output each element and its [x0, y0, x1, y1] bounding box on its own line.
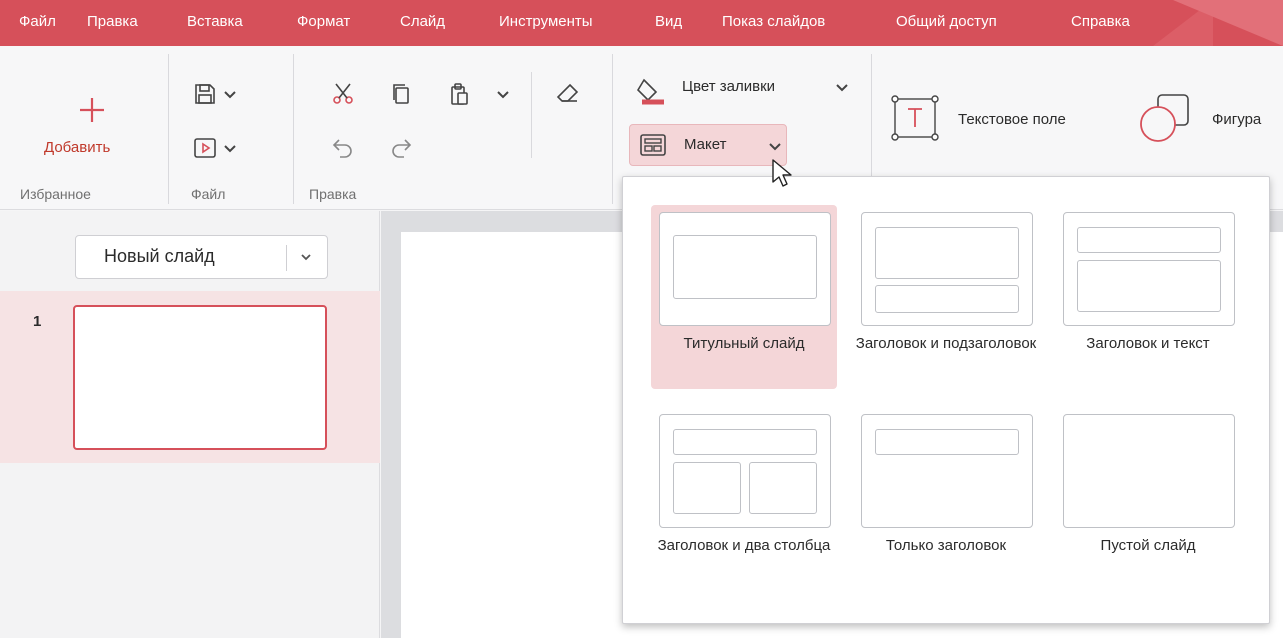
slide-thumbnail[interactable]	[73, 305, 327, 450]
cut-icon[interactable]	[331, 82, 355, 106]
chevron-down-icon[interactable]	[223, 90, 237, 100]
group-label-favorites: Избранное	[20, 186, 91, 202]
chevron-down-icon[interactable]	[300, 253, 312, 262]
text-field-icon[interactable]	[890, 94, 940, 142]
new-slide-label: Новый слайд	[104, 246, 215, 266]
layout-preview	[1063, 212, 1235, 326]
menu-slideshow[interactable]: Показ слайдов	[722, 0, 825, 46]
placeholder-text	[1077, 260, 1221, 312]
layout-label: Заголовок и текст	[1086, 335, 1210, 352]
play-slideshow-icon[interactable]	[193, 136, 217, 160]
layout-label: Титульный слайд	[683, 335, 805, 352]
layout-tile-title-text[interactable]: Заголовок и текст	[1055, 205, 1241, 389]
copy-icon[interactable]	[389, 82, 413, 106]
menu-bar: Файл Правка Вставка Формат Слайд Инструм…	[0, 0, 1283, 46]
slide-number: 1	[33, 313, 42, 330]
mouse-cursor-icon	[772, 159, 792, 187]
menu-tools[interactable]: Инструменты	[499, 0, 593, 46]
placeholder-subtitle	[875, 285, 1019, 313]
menu-help[interactable]: Справка	[1071, 0, 1130, 46]
placeholder-title	[673, 429, 817, 455]
slides-panel: Новый слайд 1	[0, 211, 380, 638]
group-label-edit: Правка	[309, 186, 357, 202]
layout-button[interactable]: Макет	[629, 124, 787, 166]
layout-label: Заголовок и подзаголовок	[855, 335, 1037, 352]
layout-tile-title-only[interactable]: Только заголовок	[853, 407, 1039, 607]
layout-label: Заголовок и два столбца	[657, 537, 831, 554]
new-slide-button[interactable]: Новый слайд	[75, 235, 328, 279]
eraser-icon[interactable]	[556, 82, 580, 106]
chevron-down-icon	[769, 143, 781, 151]
ribbon-divider	[612, 54, 613, 204]
layout-icon	[640, 134, 666, 156]
layout-preview	[659, 212, 831, 326]
layout-tile-title-subtitle[interactable]: Заголовок и подзаголовок	[853, 205, 1039, 389]
shape-icon[interactable]	[1138, 92, 1192, 144]
menu-sharing[interactable]: Общий доступ	[896, 0, 997, 46]
placeholder-title	[1077, 227, 1221, 253]
chevron-down-icon[interactable]	[835, 83, 849, 93]
ribbon-divider	[168, 54, 169, 204]
layout-dropdown: Титульный слайд Заголовок и подзаголовок…	[622, 176, 1270, 624]
layout-label: Только заголовок	[885, 537, 1007, 554]
layout-tile-title-slide[interactable]: Титульный слайд	[651, 205, 837, 389]
placeholder-column-left	[673, 462, 741, 514]
placeholder-column-right	[749, 462, 817, 514]
layout-tile-blank[interactable]: Пустой слайд	[1055, 407, 1241, 607]
placeholder-title	[875, 227, 1019, 279]
slide-list-item[interactable]: 1	[0, 291, 380, 463]
undo-icon[interactable]	[331, 136, 355, 160]
menu-view[interactable]: Вид	[655, 0, 682, 46]
redo-icon[interactable]	[389, 136, 413, 160]
layout-preview	[861, 414, 1033, 528]
placeholder-title	[875, 429, 1019, 455]
chevron-down-icon[interactable]	[223, 144, 237, 154]
group-label-file: Файл	[191, 186, 226, 202]
fill-color-button[interactable]: Цвет заливки	[682, 78, 775, 95]
menu-insert[interactable]: Вставка	[187, 0, 243, 46]
layout-button-label: Макет	[684, 136, 727, 153]
add-icon[interactable]	[78, 96, 106, 124]
ribbon-divider	[293, 54, 294, 204]
layout-label: Пустой слайд	[1100, 537, 1196, 554]
fill-color-icon[interactable]	[634, 76, 670, 108]
menu-file[interactable]: Файл	[19, 0, 56, 46]
menu-slide[interactable]: Слайд	[400, 0, 445, 46]
ribbon-divider	[531, 72, 532, 158]
add-button[interactable]: Добавить	[44, 139, 110, 156]
menu-edit[interactable]: Правка	[87, 0, 138, 46]
shape-button[interactable]: Фигура	[1212, 111, 1261, 128]
layout-tile-two-columns[interactable]: Заголовок и два столбца	[651, 407, 837, 607]
placeholder-title	[673, 235, 817, 299]
chevron-down-icon[interactable]	[496, 90, 510, 100]
layout-preview	[1063, 414, 1235, 528]
text-field-button[interactable]: Текстовое поле	[958, 111, 1066, 128]
layout-preview	[861, 212, 1033, 326]
menu-bar-decoration	[1173, 0, 1283, 46]
save-icon[interactable]	[193, 82, 217, 106]
menu-format[interactable]: Формат	[297, 0, 350, 46]
layout-preview	[659, 414, 831, 528]
paste-icon[interactable]	[448, 82, 472, 106]
new-slide-divider	[286, 245, 287, 271]
